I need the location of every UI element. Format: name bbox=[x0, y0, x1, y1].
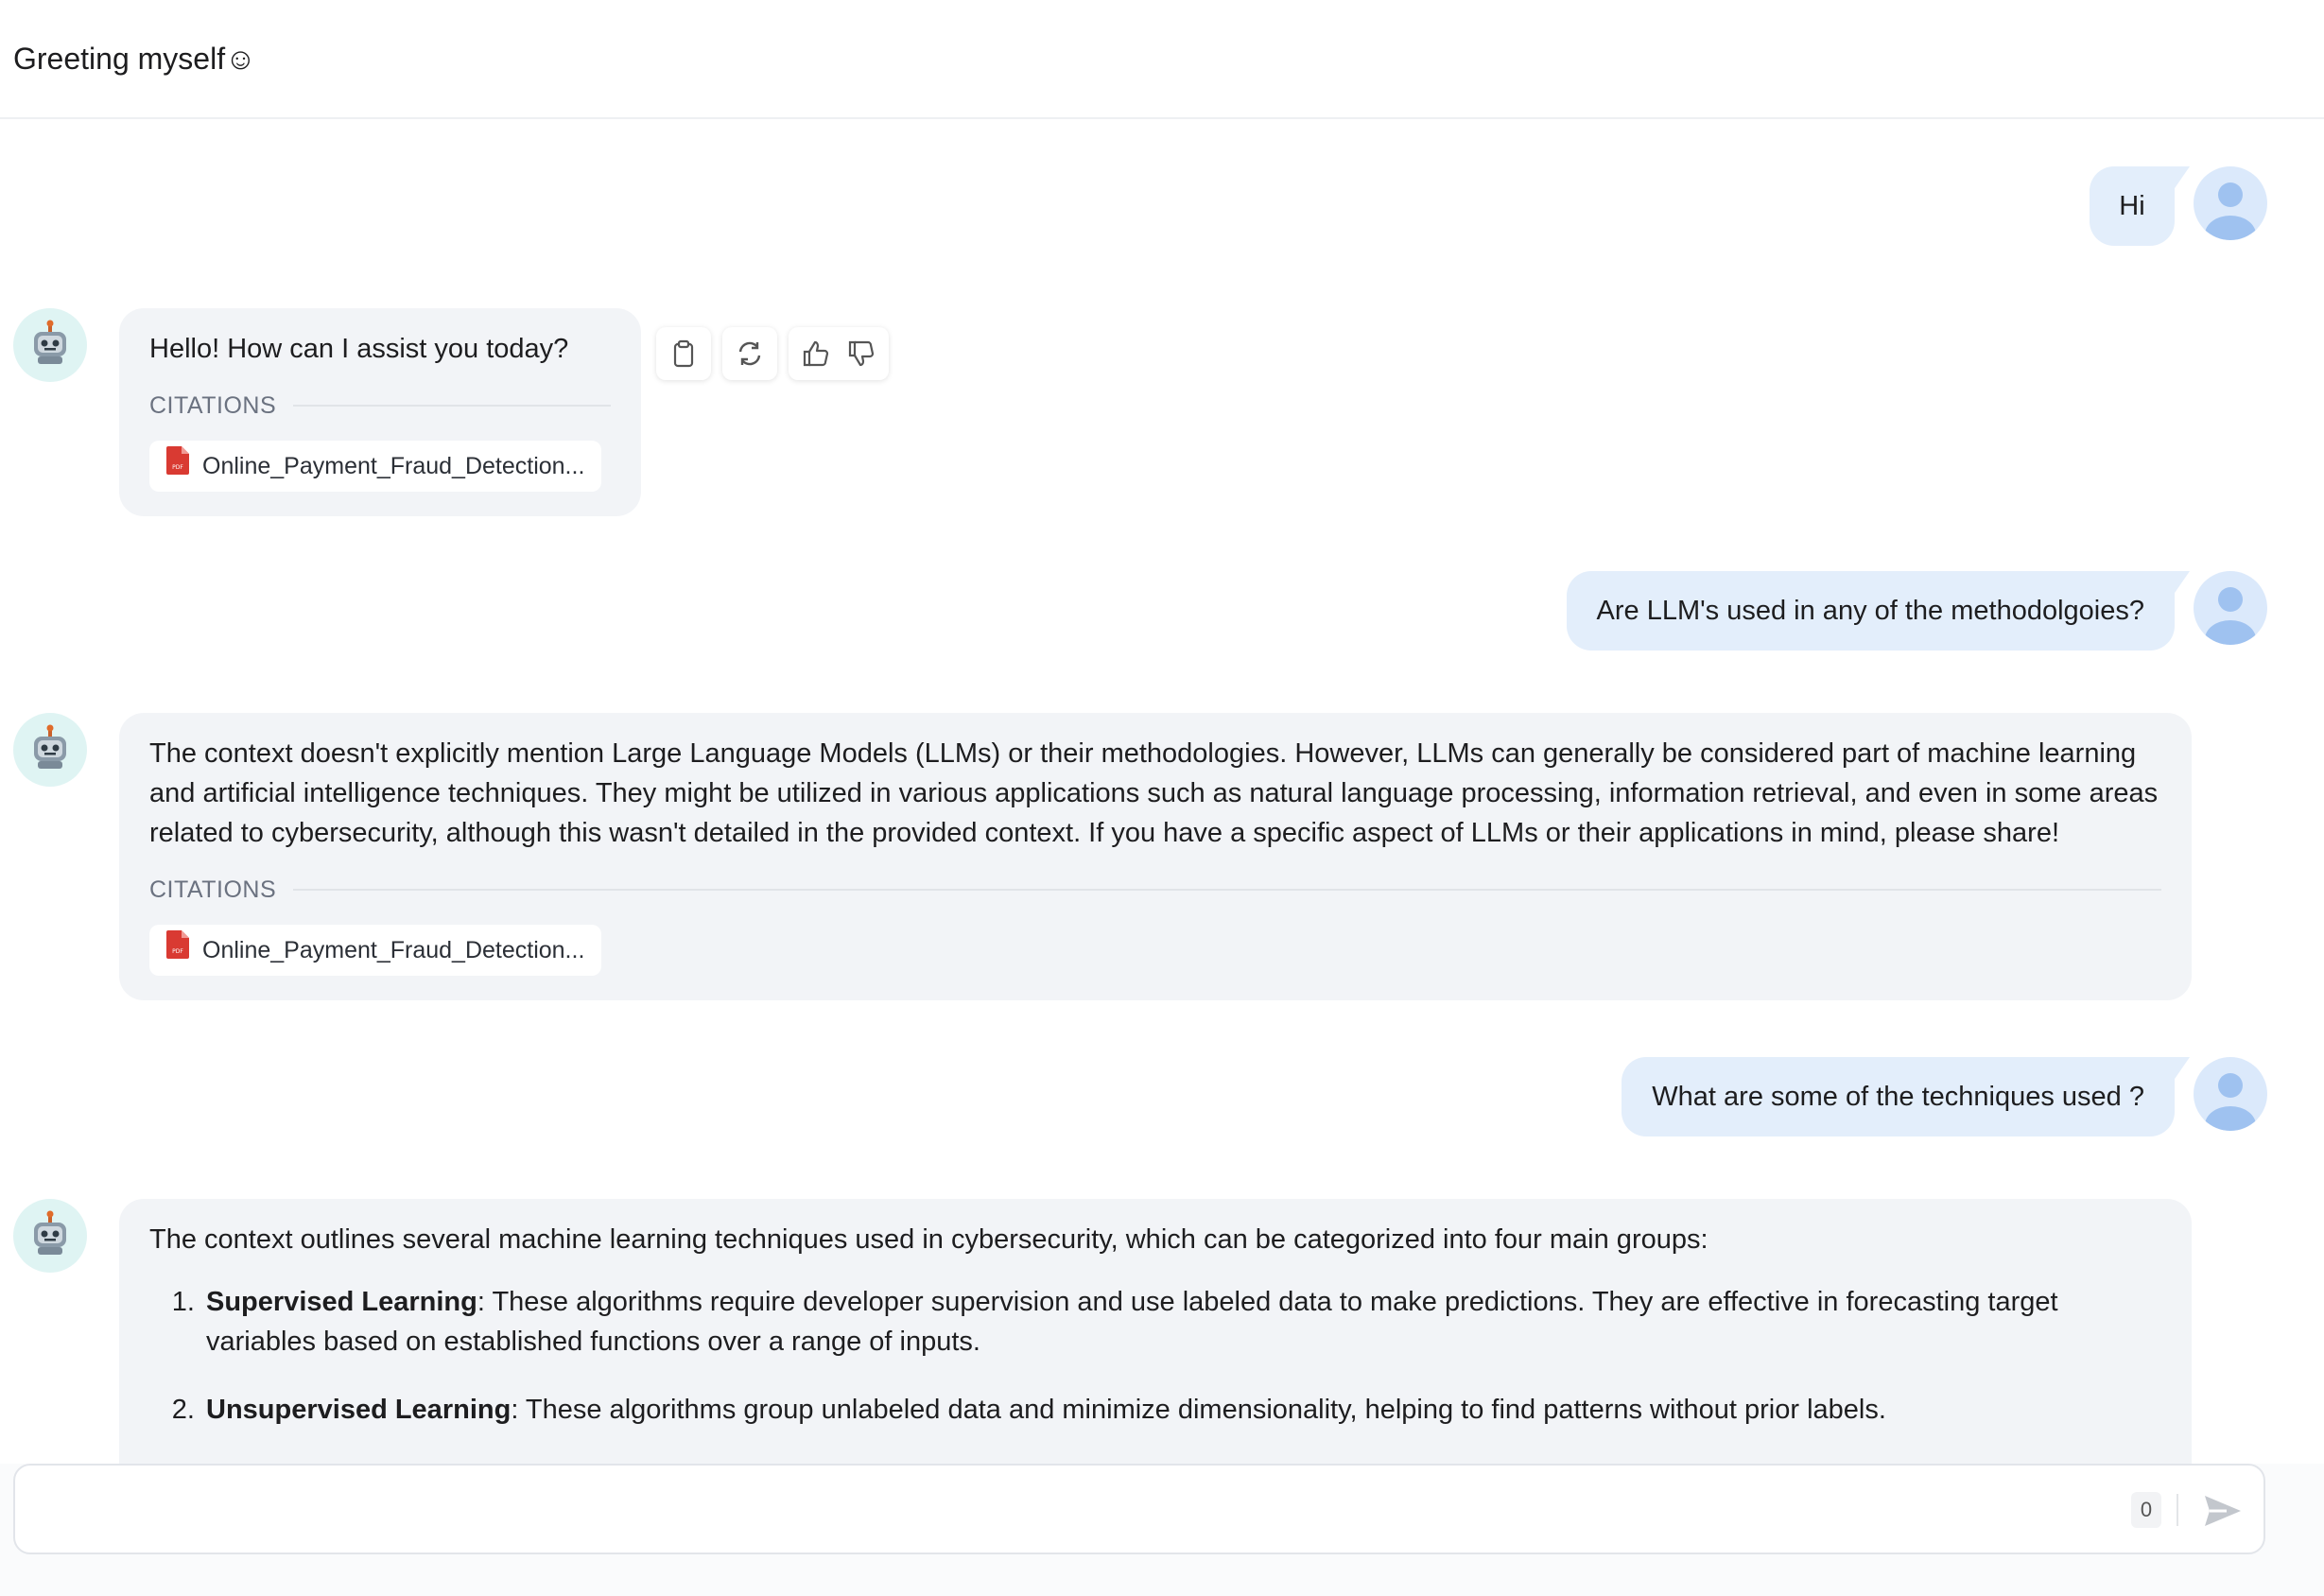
message-composer: 0 bbox=[13, 1464, 2265, 1554]
regenerate-button[interactable] bbox=[722, 327, 777, 380]
list-item: Unsupervised Learning: These algorithms … bbox=[202, 1390, 2161, 1430]
send-icon bbox=[2195, 1496, 2248, 1541]
citations-divider bbox=[293, 405, 611, 407]
citation-filename: Online_Payment_Fraud_Detection... bbox=[202, 453, 585, 479]
user-avatar bbox=[2194, 166, 2267, 240]
feedback-buttons bbox=[789, 327, 889, 380]
pdf-file-icon: PDF bbox=[166, 929, 189, 971]
user-message: Hi bbox=[2090, 166, 2190, 246]
composer-divider bbox=[2177, 1494, 2178, 1526]
bot-message: The context outlines several machine lea… bbox=[119, 1199, 2192, 1464]
chat-title: Greeting myself☺ bbox=[13, 42, 256, 76]
bot-message-intro: The context outlines several machine lea… bbox=[149, 1224, 1708, 1255]
user-message: What are some of the techniques used ? bbox=[1622, 1057, 2190, 1136]
chat-header: Greeting myself☺ bbox=[0, 0, 2324, 119]
bot-message-text: The context doesn't explicitly mention L… bbox=[149, 738, 2159, 848]
citations-header: CITATIONS bbox=[149, 870, 2161, 910]
citation-chip[interactable]: PDF Online_Payment_Fraud_Detection... bbox=[149, 925, 602, 976]
bot-message-text: Hello! How can I assist you today? bbox=[149, 334, 569, 364]
user-message-text: Hi bbox=[2119, 191, 2145, 221]
send-button[interactable] bbox=[2195, 1484, 2248, 1537]
bot-message: The context doesn't explicitly mention L… bbox=[119, 713, 2192, 1000]
techniques-list: Supervised Learning: These algorithms re… bbox=[149, 1282, 2161, 1430]
chat-thread[interactable]: Hi Hello! How can I assist you today? CI… bbox=[0, 121, 2324, 1464]
user-avatar bbox=[2194, 571, 2267, 645]
technique-term: Supervised Learning bbox=[206, 1287, 477, 1317]
thumbs-up-icon[interactable] bbox=[801, 338, 831, 369]
message-actions bbox=[656, 327, 889, 380]
svg-text:PDF: PDF bbox=[172, 464, 183, 471]
copy-icon bbox=[670, 339, 697, 368]
regenerate-icon bbox=[735, 338, 765, 369]
citations-divider bbox=[293, 889, 2161, 891]
user-message: Are LLM's used in any of the methodolgoi… bbox=[1566, 571, 2191, 651]
copy-button[interactable] bbox=[656, 327, 711, 380]
technique-term: Unsupervised Learning bbox=[206, 1395, 512, 1425]
citations-label: CITATIONS bbox=[149, 876, 277, 903]
char-counter: 0 bbox=[2131, 1492, 2161, 1528]
technique-desc: : These algorithms require developer sup… bbox=[206, 1287, 2058, 1357]
citations-header: CITATIONS bbox=[149, 386, 611, 425]
bot-avatar bbox=[13, 1199, 87, 1273]
message-input[interactable] bbox=[34, 1483, 2118, 1537]
composer-area: 0 bbox=[0, 1464, 2324, 1596]
technique-desc: : These algorithms group unlabeled data … bbox=[511, 1395, 1886, 1425]
list-item: Supervised Learning: These algorithms re… bbox=[202, 1282, 2161, 1362]
thumbs-down-icon[interactable] bbox=[846, 338, 876, 369]
bot-avatar bbox=[13, 308, 87, 382]
bot-message: Hello! How can I assist you today? CITAT… bbox=[119, 308, 641, 516]
svg-text:PDF: PDF bbox=[172, 948, 183, 955]
user-message-text: Are LLM's used in any of the methodolgoi… bbox=[1596, 596, 2144, 626]
pdf-file-icon: PDF bbox=[166, 445, 189, 487]
user-avatar bbox=[2194, 1057, 2267, 1131]
citations-label: CITATIONS bbox=[149, 392, 277, 419]
citation-chip[interactable]: PDF Online_Payment_Fraud_Detection... bbox=[149, 441, 602, 492]
user-message-text: What are some of the techniques used ? bbox=[1652, 1082, 2144, 1112]
bot-avatar bbox=[13, 713, 87, 787]
citation-filename: Online_Payment_Fraud_Detection... bbox=[202, 937, 585, 963]
